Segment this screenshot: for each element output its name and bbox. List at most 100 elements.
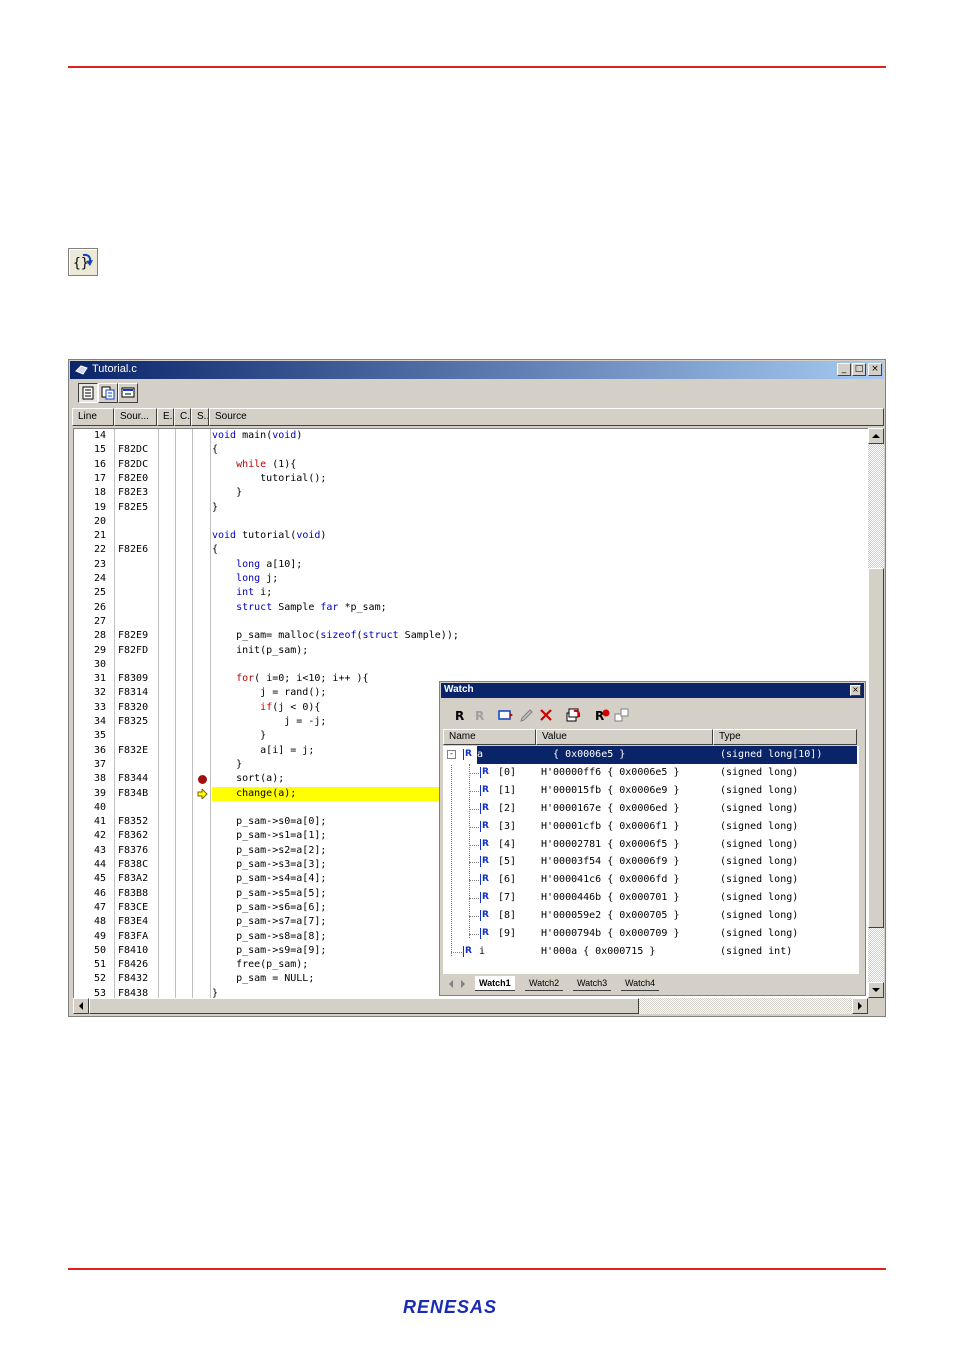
line-number: 48 [93, 916, 106, 928]
code-line[interactable]: 22 F82E6 { [74, 543, 868, 557]
source-cell: void tutorial(void) [212, 529, 439, 543]
update-mode-icon[interactable] [614, 707, 630, 723]
tab-watch1[interactable]: Watch1 [475, 976, 515, 991]
code-line[interactable]: 18 F82E3 } [74, 486, 868, 500]
watch-row[interactable]: R [2] H'0000167e { 0x0006ed } (signed long) [443, 800, 857, 818]
source-cell: if(j < 0){ [212, 701, 439, 715]
code-line[interactable]: 29 F82FD init(p_sam); [74, 644, 868, 658]
line-number: 25 [93, 587, 106, 599]
radix-toggle-icon[interactable]: R [472, 707, 488, 723]
code-line[interactable]: 21 void tutorial(void) [74, 529, 868, 543]
close-button[interactable]: × [868, 363, 882, 376]
tab-watch3[interactable]: Watch3 [573, 976, 612, 991]
scroll-right-button[interactable] [852, 998, 868, 1014]
col-header-address[interactable]: Sour... [114, 408, 157, 426]
code-line[interactable]: 20 [74, 515, 868, 529]
tab-watch2[interactable]: Watch2 [525, 976, 564, 991]
register-variable-icon: R [463, 945, 472, 957]
line-number: 32 [93, 687, 106, 699]
watch-col-name[interactable]: Name [443, 729, 536, 745]
watch-titlebar[interactable]: Watch × [441, 683, 864, 698]
minimize-button[interactable]: _ [837, 363, 851, 376]
step-out-button[interactable]: {} [68, 248, 98, 276]
source-cell: } [212, 501, 439, 515]
col-header-event[interactable]: E... [157, 408, 174, 426]
code-line[interactable]: 14 void main(void) [74, 429, 868, 443]
code-line[interactable]: 26 struct Sample far *p_sam; [74, 601, 868, 615]
breakpoint-icon[interactable] [198, 775, 207, 785]
editor-titlebar[interactable]: Tutorial.c _ □ × [70, 361, 884, 379]
watch-row[interactable]: R [3] H'00001cfb { 0x0006f1 } (signed long) [443, 818, 857, 836]
watch-row[interactable]: R [1] H'000015fb { 0x0006e9 } (signed long) [443, 782, 857, 800]
code-line[interactable]: 17 F82E0 tutorial(); [74, 472, 868, 486]
add-watch-icon[interactable] [498, 707, 514, 723]
source-text: a[i] = j; [212, 744, 315, 756]
watch-row[interactable]: R [8] H'000059e2 { 0x000705 } (signed long) [443, 907, 857, 925]
mixed-mode-icon [101, 386, 115, 400]
line-number: 42 [93, 830, 106, 842]
line-address: F8432 [118, 973, 149, 985]
code-line[interactable]: 27 [74, 615, 868, 629]
tab-scroll-left-icon[interactable] [445, 980, 453, 988]
code-line[interactable]: 30 [74, 658, 868, 672]
code-line[interactable]: 16 F82DC while (1){ [74, 458, 868, 472]
scroll-up-button[interactable] [868, 428, 884, 444]
watch-name: [6] [498, 874, 517, 886]
horizontal-scroll-thumb[interactable] [89, 998, 639, 1014]
scroll-down-button[interactable] [868, 982, 884, 998]
code-line[interactable]: 28 F82E9 p_sam= malloc(sizeof(struct Samp… [74, 629, 868, 643]
disassembly-mode-button[interactable] [118, 383, 138, 403]
watch-col-type[interactable]: Type [713, 729, 857, 745]
line-address: F82E5 [118, 501, 149, 513]
col-header-source[interactable]: Source [209, 408, 884, 426]
auto-update-icon[interactable]: R [594, 707, 610, 723]
watch-row[interactable]: R [0] H'00000ff6 { 0x0006e5 } (signed long) [443, 764, 857, 782]
horizontal-scrollbar[interactable] [73, 998, 868, 1014]
refresh-icon[interactable] [566, 707, 582, 723]
watch-name: [2] [498, 802, 517, 814]
code-line[interactable]: 19 F82E5} [74, 501, 868, 515]
code-line[interactable]: 23 long a[10]; [74, 558, 868, 572]
watch-row[interactable]: -Ra { 0x0006e5 } (signed long[10]) [443, 746, 857, 764]
source-cell: p_sam->s1=a[1]; [212, 829, 439, 843]
watch-list[interactable]: -Ra { 0x0006e5 } (signed long[10]) R [0] H'0… [443, 746, 859, 974]
watch-col-value[interactable]: Value [536, 729, 713, 745]
watch-row[interactable]: R [7] H'0000446b { 0x000701 } (signed long) [443, 889, 857, 907]
source-cell: { [212, 543, 439, 557]
code-line[interactable]: 15 F82DC { [74, 443, 868, 457]
line-address: F83A2 [118, 873, 149, 885]
line-number: 28 [93, 630, 106, 642]
collapse-icon[interactable]: - [447, 750, 456, 759]
edit-value-icon[interactable] [518, 707, 534, 723]
line-address: F82E6 [118, 544, 149, 556]
watch-row[interactable]: Ri H'000a { 0x000715 } (signed int) [443, 943, 857, 961]
source-cell: j = -j; [212, 715, 439, 729]
code-line[interactable]: 25 int i; [74, 586, 868, 600]
radix-icon[interactable]: R [452, 707, 468, 723]
watch-row[interactable]: R [4] H'00002781 { 0x0006f5 } (signed long) [443, 836, 857, 854]
vertical-scroll-thumb[interactable] [868, 568, 884, 928]
vertical-scrollbar[interactable] [868, 428, 884, 998]
tab-scroll-right-icon[interactable] [461, 980, 469, 988]
line-number: 21 [93, 530, 106, 542]
source-text: } [212, 501, 219, 513]
col-header-line[interactable]: Line [72, 408, 114, 426]
tab-watch4[interactable]: Watch4 [621, 976, 660, 991]
mixed-mode-button[interactable] [98, 383, 118, 403]
watch-row[interactable]: R [9] H'0000794b { 0x000709 } (signed long) [443, 925, 857, 943]
watch-row[interactable]: R [5] H'00003f54 { 0x0006f9 } (signed long) [443, 853, 857, 871]
watch-close-button[interactable]: × [850, 685, 861, 696]
source-cell: p_sam->s5=a[5]; [212, 887, 439, 901]
delete-icon[interactable] [538, 707, 554, 723]
maximize-button[interactable]: □ [852, 363, 866, 376]
col-header-status[interactable]: S... [191, 408, 209, 426]
line-address: F8314 [118, 687, 149, 699]
watch-row[interactable]: R [6] H'000041c6 { 0x0006fd } (signed long) [443, 871, 857, 889]
watch-name: [8] [498, 910, 517, 922]
code-line[interactable]: 24 long j; [74, 572, 868, 586]
scroll-left-button[interactable] [73, 998, 89, 1014]
watch-type: (signed long) [720, 784, 799, 796]
col-header-coverage[interactable]: C... [174, 408, 191, 426]
source-cell: p_sam->s4=a[4]; [212, 872, 439, 886]
source-mode-button[interactable] [78, 383, 98, 403]
